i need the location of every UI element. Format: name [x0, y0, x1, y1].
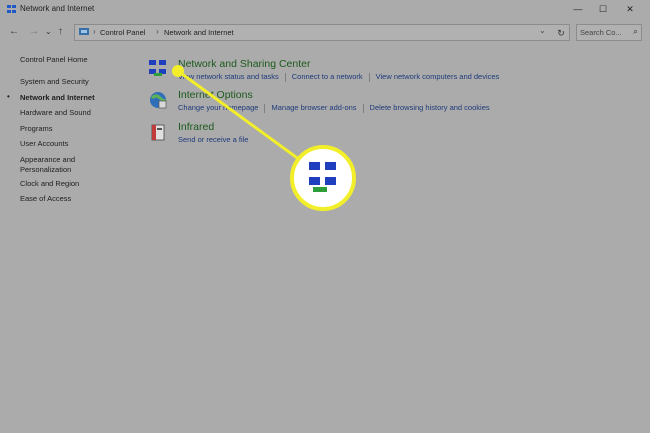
internet-options-links: Change your homepage Manage browser add-o…	[178, 103, 490, 113]
back-arrow-icon[interactable]: ←	[9, 26, 19, 38]
magnified-network-icon	[309, 162, 336, 192]
network-and-sharing-center-link[interactable]: Network and Sharing Center	[178, 58, 311, 70]
active-bullet: •	[7, 92, 10, 101]
breadcrumb-network-and-internet[interactable]: Network and Internet	[164, 28, 234, 37]
navigation-bar: ← → ⌄ ↑ › Control Panel › Network and In…	[0, 21, 650, 43]
internet-options-icon[interactable]	[148, 90, 168, 110]
recent-locations-icon[interactable]: ⌄	[45, 26, 52, 38]
divider	[362, 103, 364, 113]
sidebar-item-system-and-security[interactable]: System and Security	[20, 77, 89, 87]
window-title: Network and Internet	[20, 4, 95, 13]
breadcrumb-control-panel[interactable]: Control Panel	[100, 28, 145, 37]
sidebar-item-control-panel-home[interactable]: Control Panel Home	[20, 55, 88, 65]
address-bar[interactable]: › Control Panel › Network and Internet ⌄…	[74, 24, 570, 41]
sidebar-item-hardware-and-sound[interactable]: Hardware and Sound	[20, 108, 91, 118]
control-panel-icon	[79, 28, 89, 35]
search-placeholder: Search Co...	[580, 28, 622, 37]
network-icon[interactable]	[148, 58, 168, 78]
delete-browsing-history-link[interactable]: Delete browsing history and cookies	[370, 103, 490, 112]
close-button[interactable]: ✕	[617, 0, 643, 19]
breadcrumb-chevron-icon: ›	[93, 27, 96, 36]
divider	[264, 103, 266, 113]
connect-to-network-link[interactable]: Connect to a network	[292, 72, 363, 81]
sidebar-item-clock-and-region[interactable]: Clock and Region	[20, 179, 79, 189]
title-bar: Network and Internet — ☐ ✕	[0, 0, 650, 19]
sidebar-item-user-accounts[interactable]: User Accounts	[20, 139, 68, 149]
sidebar-item-appearance[interactable]: Appearance and	[20, 155, 75, 165]
breadcrumb-chevron-icon: ›	[156, 27, 159, 36]
network-sharing-links: View network status and tasks Connect to …	[178, 72, 499, 82]
sidebar-item-personalization[interactable]: Personalization	[20, 165, 71, 175]
change-homepage-link[interactable]: Change your homepage	[178, 103, 258, 112]
divider	[284, 72, 286, 82]
infrared-icon[interactable]	[148, 122, 168, 142]
sidebar-item-ease-of-access[interactable]: Ease of Access	[20, 194, 71, 204]
maximize-button[interactable]: ☐	[590, 0, 616, 19]
view-network-computers-link[interactable]: View network computers and devices	[376, 72, 500, 81]
minimize-button[interactable]: —	[565, 0, 591, 19]
internet-options-link[interactable]: Internet Options	[178, 89, 253, 101]
send-receive-file-link[interactable]: Send or receive a file	[178, 135, 248, 144]
callout-pointer-line	[177, 69, 301, 162]
sidebar-item-network-and-internet[interactable]: Network and Internet	[20, 93, 95, 103]
forward-arrow-icon[interactable]: →	[29, 26, 39, 38]
network-window-icon	[7, 5, 16, 13]
refresh-icon[interactable]: ↻	[555, 27, 567, 39]
address-dropdown-icon[interactable]: ⌄	[539, 26, 546, 35]
manage-add-ons-link[interactable]: Manage browser add-ons	[271, 103, 356, 112]
up-arrow-icon[interactable]: ↑	[58, 26, 63, 38]
sidebar-item-programs[interactable]: Programs	[20, 124, 53, 134]
callout-magnifier-circle	[290, 145, 356, 211]
divider	[368, 72, 370, 82]
callout-annotation	[172, 65, 356, 211]
view-network-status-link[interactable]: View network status and tasks	[178, 72, 279, 81]
infrared-link[interactable]: Infrared	[178, 121, 214, 133]
search-input[interactable]: Search Co... ⌕	[576, 24, 642, 41]
search-icon[interactable]: ⌕	[633, 26, 638, 37]
infrared-links: Send or receive a file	[178, 135, 248, 144]
